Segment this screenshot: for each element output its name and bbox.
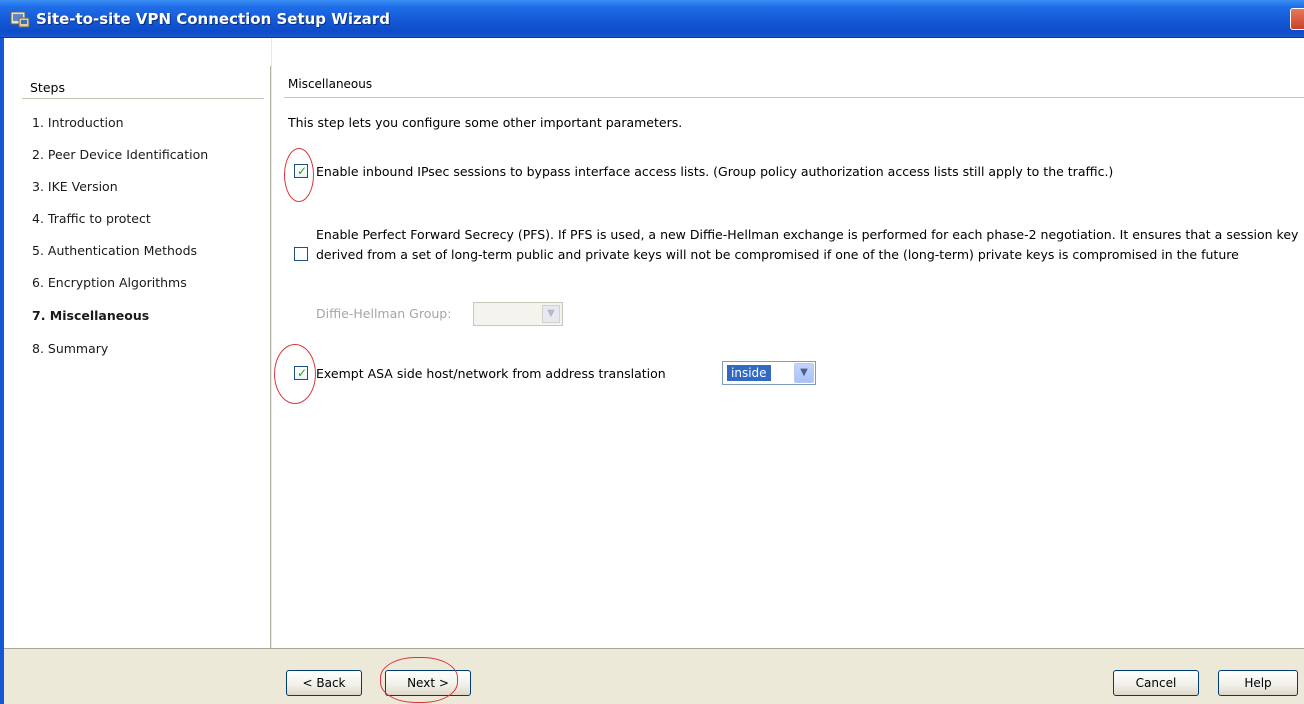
steps-panel-top [4,38,271,66]
dh-group-select: ▼ [473,302,563,326]
highlight-circle [284,148,314,202]
dh-group-label: Diffie-Hellman Group: [316,306,452,321]
app-icon [10,10,30,28]
back-button[interactable]: < Back [286,670,362,696]
button-bar [4,648,1304,704]
chevron-down-icon: ▼ [542,305,560,323]
close-button[interactable] [1290,8,1304,30]
intro-text: This step lets you configure some other … [288,115,683,130]
steps-header: Steps [30,80,65,95]
cancel-button[interactable]: Cancel [1113,670,1199,696]
help-button[interactable]: Help [1218,670,1298,696]
highlight-circle [380,657,458,703]
step-item-active: 7. Miscellaneous [32,308,150,323]
pfs-label: Enable Perfect Forward Secrecy (PFS). If… [316,227,1299,262]
steps-divider [22,98,264,99]
title-bar: Site-to-site VPN Connection Setup Wizard [0,0,1304,38]
section-title: Miscellaneous [288,77,373,91]
interface-select[interactable]: inside ▼ [722,361,816,385]
step-item: 3. IKE Version [32,179,118,194]
step-item: 5. Authentication Methods [32,243,198,258]
pfs-checkbox[interactable] [294,247,308,261]
section-divider [284,97,1304,98]
step-item: 6. Encryption Algorithms [32,275,187,290]
exempt-nat-label: Exempt ASA side host/network from addres… [316,366,666,381]
step-item: 2. Peer Device Identification [32,147,209,162]
step-item: 1. Introduction [32,115,124,130]
interface-value: inside [727,365,771,381]
window-title: Site-to-site VPN Connection Setup Wizard [36,10,390,28]
bypass-acl-label: Enable inbound IPsec sessions to bypass … [316,164,1114,179]
step-item: 8. Summary [32,341,109,356]
chevron-down-icon: ▼ [794,363,814,383]
step-item: 4. Traffic to protect [32,211,151,226]
highlight-circle [274,344,316,404]
